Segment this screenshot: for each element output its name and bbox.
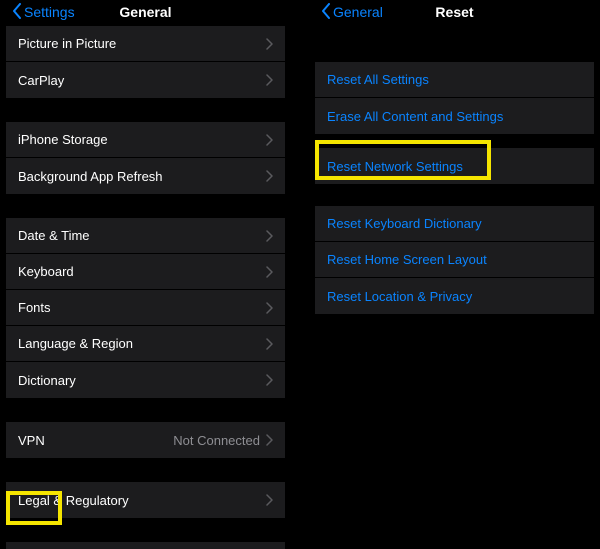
row-label: Picture in Picture [18,36,266,51]
row-reset-home-screen[interactable]: Reset Home Screen Layout [315,242,594,278]
row-date-time[interactable]: Date & Time [6,218,285,254]
group-reset: Reset Shut Down [6,542,285,549]
chevron-right-icon [266,38,273,50]
row-reset-network-settings[interactable]: Reset Network Settings [315,148,594,184]
row-iphone-storage[interactable]: iPhone Storage [6,122,285,158]
row-label: Reset Home Screen Layout [327,252,582,267]
row-label: Language & Region [18,336,266,351]
screen-reset: General Reset Reset All Settings Erase A… [315,0,594,549]
row-legal-regulatory[interactable]: Legal & Regulatory [6,482,285,518]
row-label: Fonts [18,300,266,315]
row-label: iPhone Storage [18,132,266,147]
row-label: Reset All Settings [327,72,582,87]
row-picture-in-picture[interactable]: Picture in Picture [6,26,285,62]
nav-bar: Settings General [6,0,285,24]
group-media: Picture in Picture CarPlay [6,26,285,98]
row-detail: Not Connected [173,433,260,448]
row-dictionary[interactable]: Dictionary [6,362,285,398]
group-reset-network: Reset Network Settings [315,148,594,184]
row-carplay[interactable]: CarPlay [6,62,285,98]
row-language-region[interactable]: Language & Region [6,326,285,362]
row-label: Reset Location & Privacy [327,289,582,304]
page-title: General [6,4,285,20]
row-label: VPN [18,433,173,448]
chevron-right-icon [266,374,273,386]
row-label: Reset Keyboard Dictionary [327,216,582,231]
chevron-right-icon [266,494,273,506]
row-label: Keyboard [18,264,266,279]
group-storage: iPhone Storage Background App Refresh [6,122,285,194]
row-keyboard[interactable]: Keyboard [6,254,285,290]
page-title: Reset [315,4,594,20]
row-label: Background App Refresh [18,169,266,184]
row-background-app-refresh[interactable]: Background App Refresh [6,158,285,194]
row-reset-all-settings[interactable]: Reset All Settings [315,62,594,98]
row-erase-all-content[interactable]: Erase All Content and Settings [315,98,594,134]
group-vpn: VPN Not Connected [6,422,285,458]
row-reset-location-privacy[interactable]: Reset Location & Privacy [315,278,594,314]
row-reset-keyboard-dictionary[interactable]: Reset Keyboard Dictionary [315,206,594,242]
row-label: Dictionary [18,373,266,388]
row-label: Erase All Content and Settings [327,109,582,124]
group-reset-all: Reset All Settings Erase All Content and… [315,62,594,134]
row-label: CarPlay [18,73,266,88]
group-reset-other: Reset Keyboard Dictionary Reset Home Scr… [315,206,594,314]
screen-general: Settings General Picture in Picture CarP… [6,0,285,549]
chevron-right-icon [266,266,273,278]
row-reset[interactable]: Reset [6,542,285,549]
nav-bar: General Reset [315,0,594,24]
row-label: Legal & Regulatory [18,493,266,508]
row-label: Date & Time [18,228,266,243]
chevron-right-icon [266,74,273,86]
group-localization: Date & Time Keyboard Fonts Language & Re… [6,218,285,398]
chevron-right-icon [266,230,273,242]
chevron-right-icon [266,170,273,182]
row-label: Reset Network Settings [327,159,582,174]
chevron-right-icon [266,338,273,350]
row-fonts[interactable]: Fonts [6,290,285,326]
chevron-right-icon [266,134,273,146]
chevron-right-icon [266,434,273,446]
group-legal: Legal & Regulatory [6,482,285,518]
chevron-right-icon [266,302,273,314]
row-vpn[interactable]: VPN Not Connected [6,422,285,458]
